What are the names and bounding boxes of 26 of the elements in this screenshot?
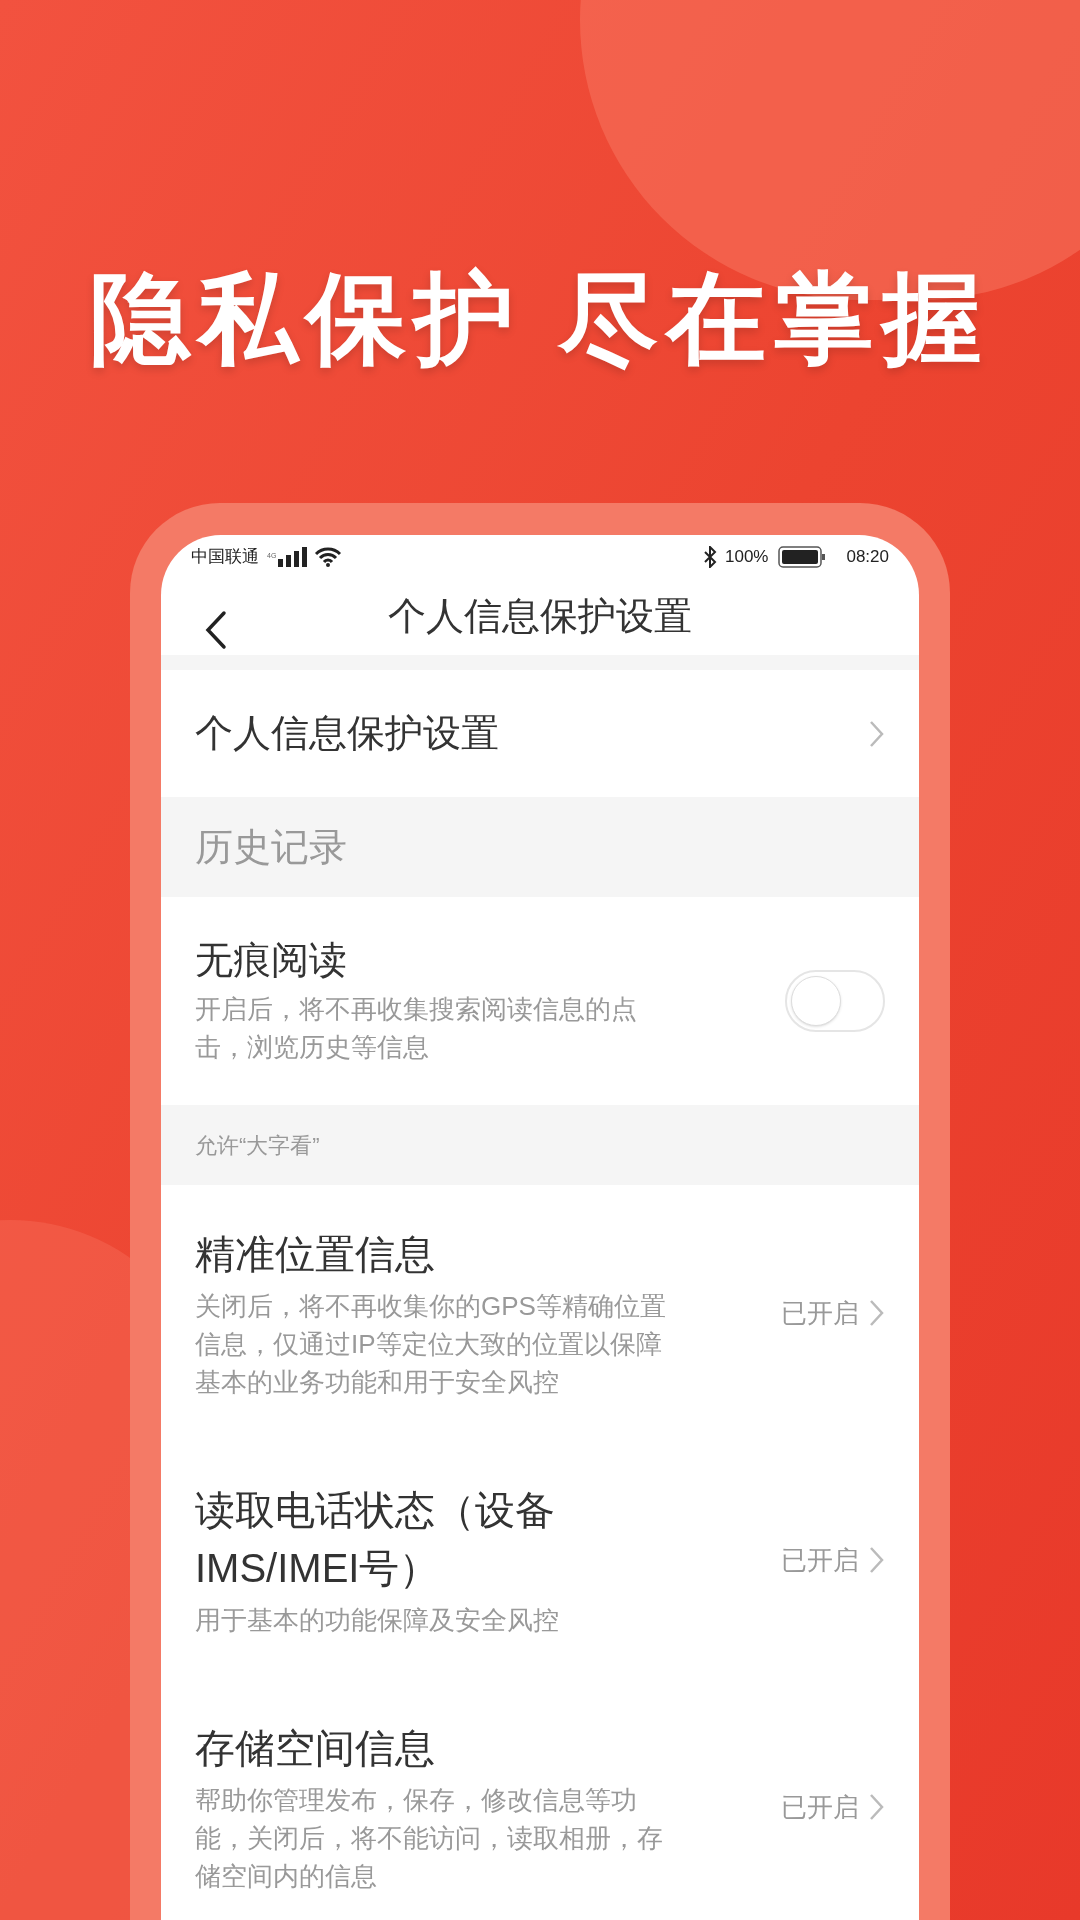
row-title: 存储空间信息	[195, 1725, 436, 1772]
wifi-icon	[314, 546, 343, 567]
row-description: 帮助你管理发布，保存，修改信息等功能，关闭后，将不能访问，读取相册，存储空间内的信息	[195, 1784, 664, 1893]
clock-time: 08:20	[846, 545, 889, 568]
row-description: 关闭后，将不再收集你的GPS等精确位置信息，仅通过IP等定位大致的位置以保障基本的业务功能和用于安全风控	[195, 1290, 667, 1399]
carrier-name: 中国联通	[191, 545, 259, 568]
status-value: 已开启	[781, 1790, 859, 1824]
row-title: 精准位置信息	[195, 1231, 436, 1278]
chevron-icon	[869, 719, 885, 748]
row-title: 读取电话状态（设备IMS/IMEI号）	[195, 1487, 556, 1592]
bluetooth-icon	[702, 545, 717, 568]
chevron-icon	[869, 1793, 885, 1821]
section-header: 历史记录	[195, 824, 347, 870]
section-header: 允许“大字看”	[195, 1131, 320, 1160]
battery-percent: 100%	[724, 545, 769, 568]
battery-icon	[778, 545, 827, 568]
row-title: 个人信息保护设置	[195, 711, 500, 756]
status-value: 已开启	[781, 1296, 859, 1330]
row-description: 开启后，将不再收集搜索阅读信息的点击，浏览历史等信息	[195, 993, 638, 1064]
row-title: 无痕阅读	[195, 938, 348, 983]
page-title: 个人信息保护设置	[388, 593, 692, 639]
status-value: 已开启	[781, 1543, 859, 1577]
row-description: 用于基本的功能保障及安全风控	[195, 1604, 560, 1637]
chevron-icon	[869, 1546, 885, 1574]
chevron-icon	[869, 1299, 885, 1327]
signal-icon	[278, 546, 309, 567]
